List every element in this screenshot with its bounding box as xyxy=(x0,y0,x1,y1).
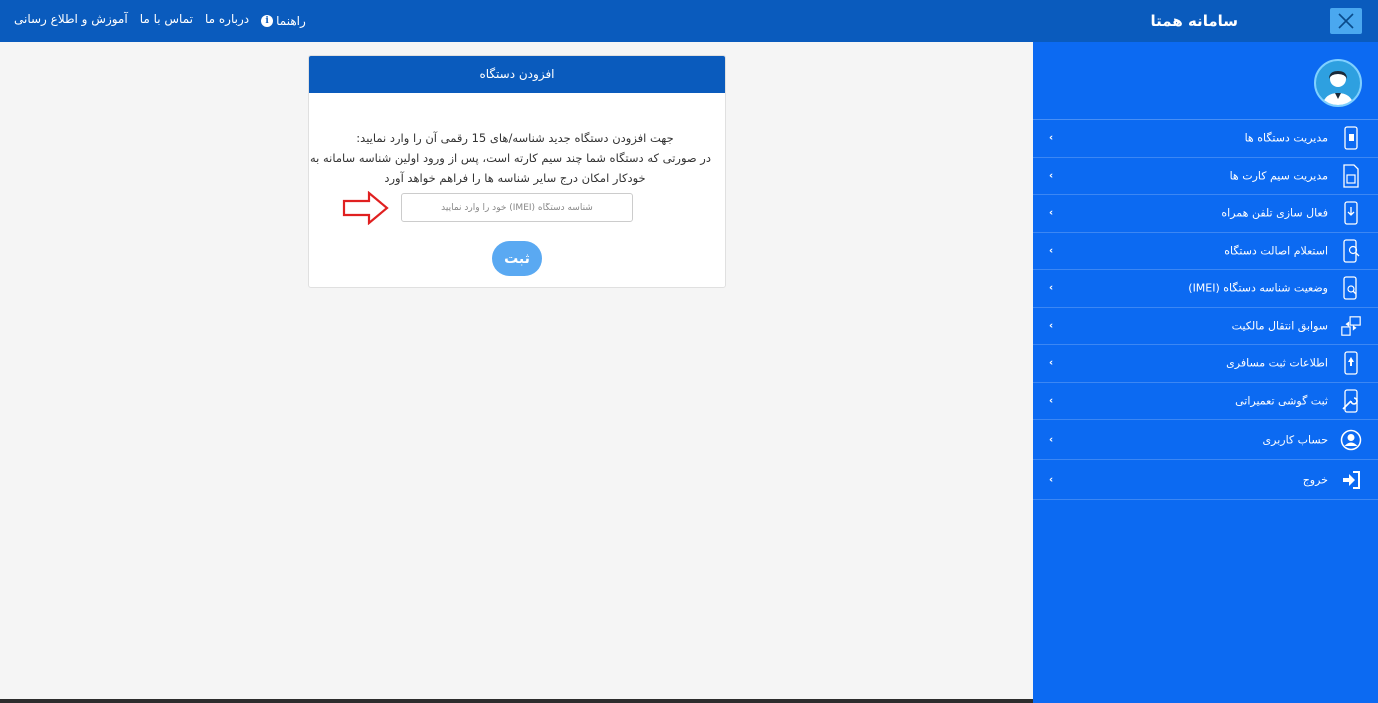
sidebar-item-logout[interactable]: ‹ خروج xyxy=(1033,460,1378,500)
sidebar-item-device-authenticity[interactable]: ‹ استعلام اصالت دستگاه xyxy=(1033,233,1378,270)
user-account-icon xyxy=(1340,428,1362,452)
sidebar-item-label: خروج xyxy=(1302,473,1328,486)
sidebar-item-label: وضعیت شناسه دستگاه (IMEI) xyxy=(1188,281,1328,295)
chevron-icon: ‹ xyxy=(1049,132,1054,144)
chevron-icon: ‹ xyxy=(1049,170,1054,182)
sidebar-menu: ‹ مدیریت دستگاه ها ‹ مدیریت سیم کارت ها … xyxy=(1033,119,1378,500)
close-icon xyxy=(1338,13,1354,29)
sidebar-item-travel-registration[interactable]: ‹ اطلاعات ثبت مسافری xyxy=(1033,345,1378,383)
card-title: افزودن دستگاه xyxy=(309,56,725,93)
sidebar-item-sim-management[interactable]: ‹ مدیریت سیم کارت ها xyxy=(1033,158,1378,195)
phone-activate-icon xyxy=(1340,201,1362,225)
sidebar-item-label: حساب کاربری xyxy=(1262,433,1328,446)
chevron-icon: ‹ xyxy=(1049,320,1054,332)
info-icon: i xyxy=(261,15,274,27)
instruction-line-1: جهت افزودن دستگاه جدید شناسه/های 15 رقمی… xyxy=(356,131,674,145)
sidebar-item-label: استعلام اصالت دستگاه xyxy=(1224,244,1328,258)
imei-input[interactable] xyxy=(401,193,633,222)
sidebar-item-imei-status[interactable]: ‹ وضعیت شناسه دستگاه (IMEI) xyxy=(1033,270,1378,308)
submit-button[interactable]: ثبت xyxy=(492,241,542,276)
transfer-icon xyxy=(1340,314,1362,338)
sidebar-item-label: مدیریت سیم کارت ها xyxy=(1229,169,1328,183)
phone-manage-icon xyxy=(1340,126,1362,150)
repair-icon xyxy=(1340,389,1362,413)
sidebar-item-user-account[interactable]: ‹ حساب کاربری xyxy=(1033,420,1378,460)
user-avatar-icon[interactable] xyxy=(1314,59,1362,107)
chevron-icon: ‹ xyxy=(1049,395,1054,407)
chevron-icon: ‹ xyxy=(1049,357,1054,369)
sidebar: ‹ مدیریت دستگاه ها ‹ مدیریت سیم کارت ها … xyxy=(1033,42,1378,703)
chevron-icon: ‹ xyxy=(1049,207,1054,219)
chevron-icon: ‹ xyxy=(1049,434,1054,445)
sidebar-item-label: ثبت گوشی تعمیراتی xyxy=(1235,394,1328,408)
brand-title: سامانه همتا xyxy=(1150,12,1238,30)
sidebar-item-label: مدیریت دستگاه ها xyxy=(1244,131,1328,145)
help-link-label: راهنما xyxy=(276,14,306,28)
travel-phone-icon xyxy=(1340,351,1362,375)
contact-link[interactable]: تماس با ما xyxy=(140,12,193,30)
close-sidebar-button[interactable] xyxy=(1330,8,1362,34)
sidebar-item-ownership-transfer[interactable]: ‹ سوابق انتقال مالکیت xyxy=(1033,308,1378,345)
sim-card-icon xyxy=(1340,164,1362,188)
red-arrow-icon xyxy=(342,191,389,225)
logout-icon xyxy=(1340,468,1362,492)
chevron-icon: ‹ xyxy=(1049,245,1054,257)
sidebar-item-repair-phone[interactable]: ‹ ثبت گوشی تعمیراتی xyxy=(1033,383,1378,420)
instruction-line-3: خودکار امکان درج سایر شناسه ها را فراهم … xyxy=(384,171,646,185)
sidebar-item-phone-activation[interactable]: ‹ فعال سازی تلفن همراه xyxy=(1033,195,1378,233)
sidebar-item-device-management[interactable]: ‹ مدیریت دستگاه ها xyxy=(1033,120,1378,158)
phone-status-icon xyxy=(1340,276,1362,300)
instruction-line-2: در صورتی که دستگاه شما چند سیم کارته است… xyxy=(308,151,711,165)
top-bar: i راهنما درباره ما تماس با ما آموزش و اط… xyxy=(0,0,1378,42)
sidebar-item-label: فعال سازی تلفن همراه xyxy=(1221,206,1328,220)
chevron-icon: ‹ xyxy=(1049,282,1054,294)
top-links: i راهنما درباره ما تماس با ما آموزش و اط… xyxy=(14,12,306,30)
add-device-card: افزودن دستگاه جهت افزودن دستگاه جدید شنا… xyxy=(308,55,726,288)
phone-search-icon xyxy=(1340,239,1362,263)
sidebar-item-label: سوابق انتقال مالکیت xyxy=(1231,319,1328,333)
card-instructions: جهت افزودن دستگاه جدید شناسه/های 15 رقمی… xyxy=(308,128,711,188)
bottom-border xyxy=(0,699,1033,703)
help-link[interactable]: i راهنما xyxy=(261,12,306,30)
education-link[interactable]: آموزش و اطلاع رسانی xyxy=(14,12,128,30)
about-link[interactable]: درباره ما xyxy=(205,12,249,30)
sidebar-item-label: اطلاعات ثبت مسافری xyxy=(1226,356,1328,370)
chevron-icon: ‹ xyxy=(1049,474,1054,485)
